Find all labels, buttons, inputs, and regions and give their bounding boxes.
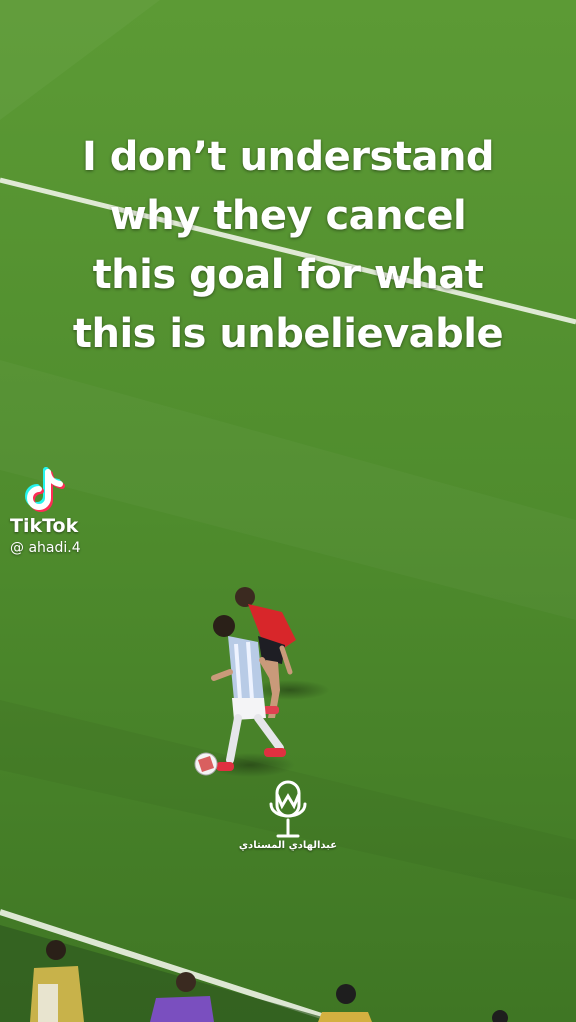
video-caption: I don’t understand why they cancel this … bbox=[0, 128, 576, 364]
caption-line: this goal for what bbox=[92, 252, 484, 298]
football bbox=[194, 752, 218, 776]
caption-line: why they cancel bbox=[109, 193, 467, 239]
microphone-logo-icon bbox=[269, 780, 307, 838]
caption-line: I don’t understand bbox=[81, 134, 495, 180]
tiktok-brand-label: TikTok bbox=[10, 515, 79, 537]
tiktok-username: @ ahadi.4 bbox=[10, 540, 81, 556]
tiktok-logo-icon bbox=[25, 467, 65, 512]
watermark-label: عبدالهادي المستادي bbox=[238, 840, 338, 851]
caption-line: this is unbelievable bbox=[72, 311, 504, 357]
